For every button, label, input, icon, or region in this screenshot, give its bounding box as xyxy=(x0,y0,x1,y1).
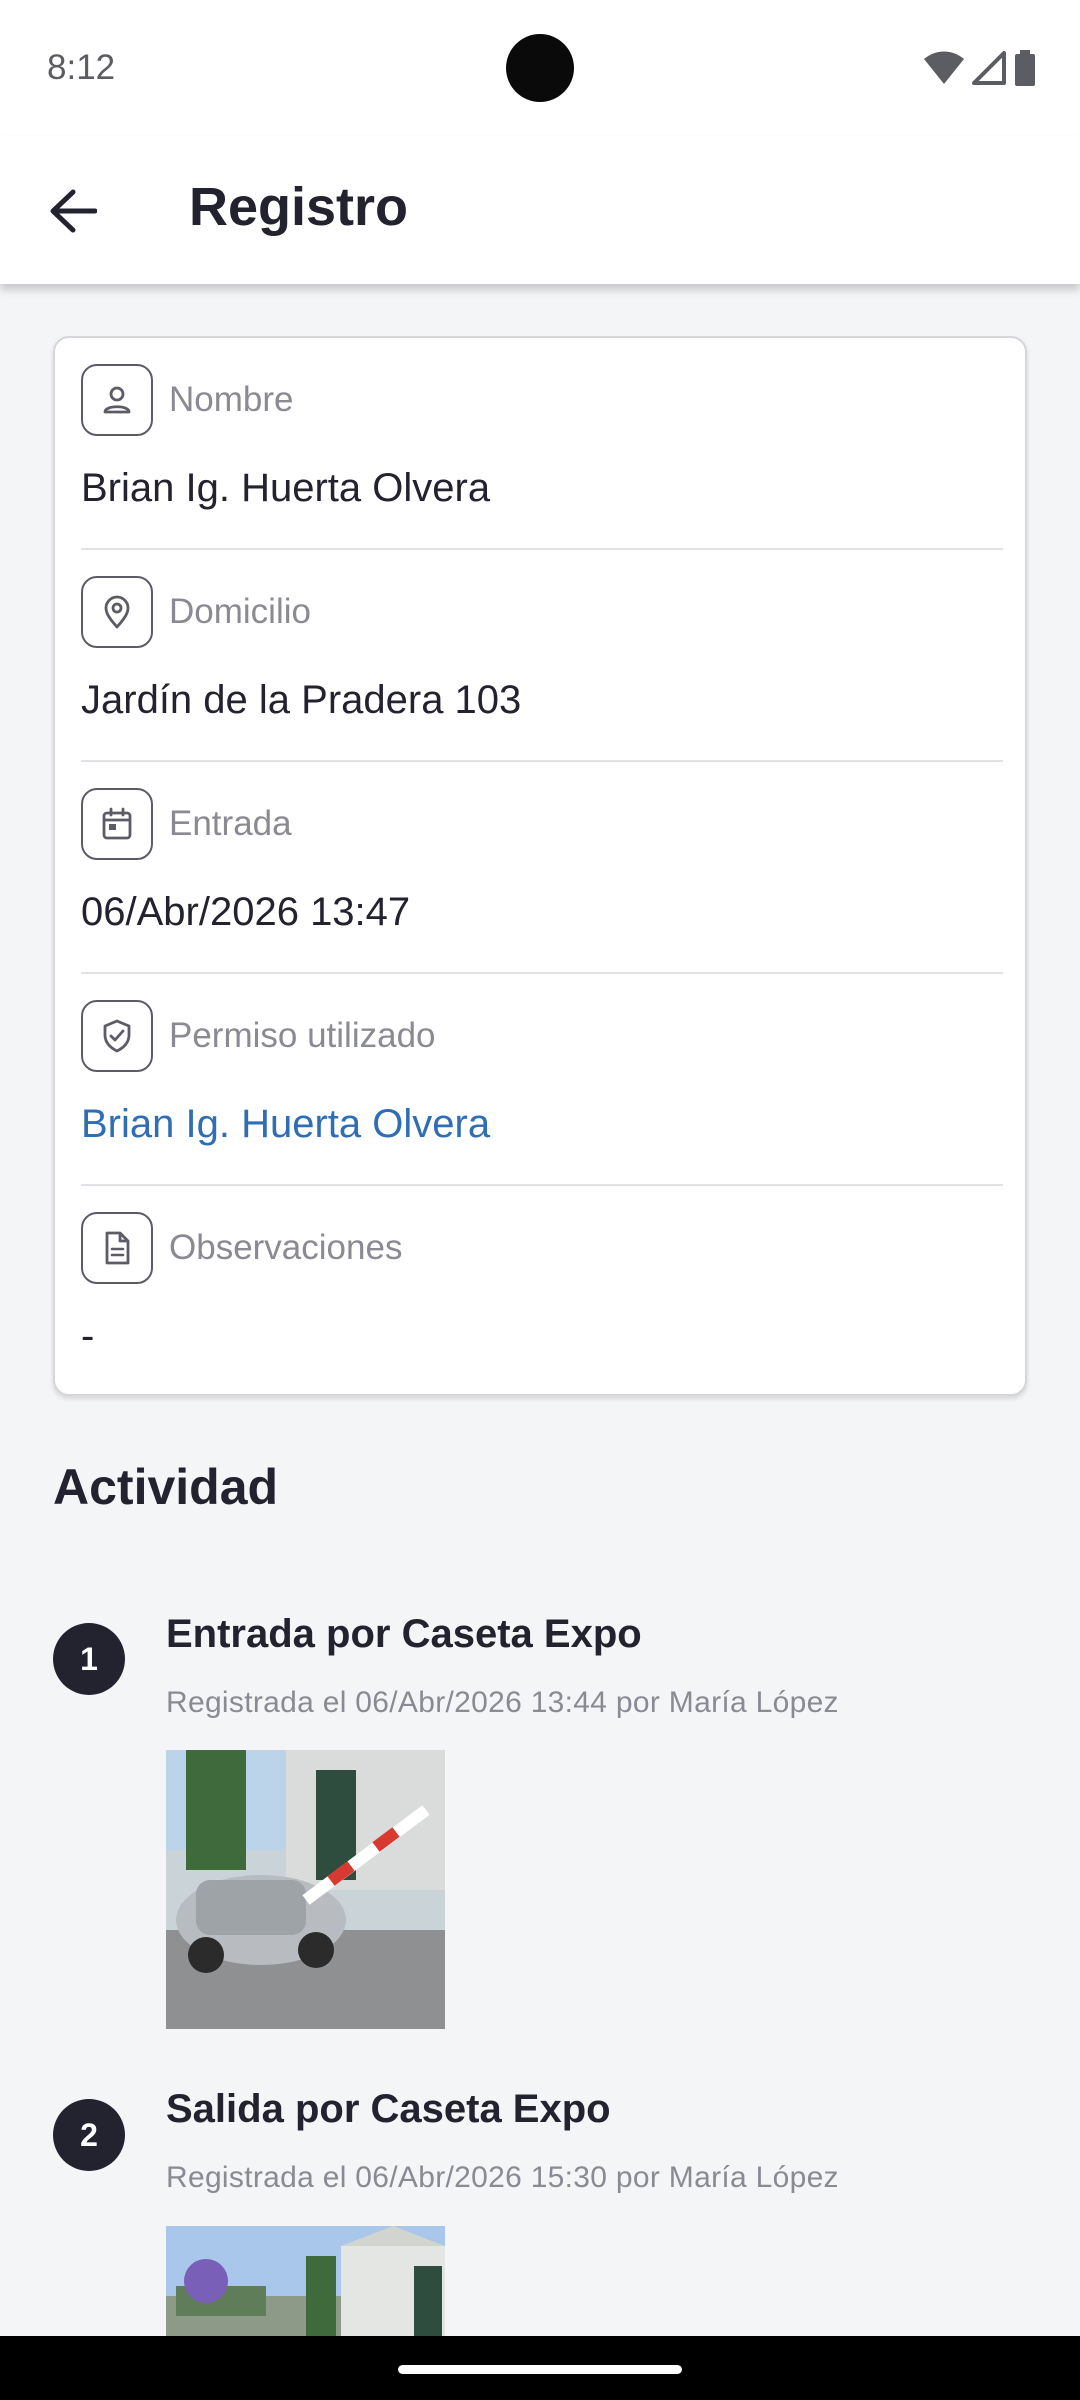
activity-item-title: Salida por Caseta Expo xyxy=(166,2087,611,2131)
field-value: - xyxy=(81,1314,95,1358)
shield-check-icon xyxy=(81,1000,153,1072)
document-icon xyxy=(81,1212,153,1284)
field-label: Entrada xyxy=(169,804,292,843)
step-badge: 1 xyxy=(53,1623,125,1695)
page-title: Registro xyxy=(189,177,409,237)
record-details-card: Nombre Brian Ig. Huerta Olvera Domicilio… xyxy=(53,336,1027,1396)
field-label: Domicilio xyxy=(169,592,311,631)
field-domicilio: Domicilio Jardín de la Pradera 103 xyxy=(81,550,1003,762)
wifi-icon xyxy=(924,51,964,84)
field-value: Jardín de la Pradera 103 xyxy=(81,678,522,722)
field-nombre: Nombre Brian Ig. Huerta Olvera xyxy=(81,338,1003,550)
field-observaciones: Observaciones - xyxy=(81,1186,1003,1398)
activity-title: Actividad xyxy=(53,1459,279,1515)
app-bar: Registro xyxy=(0,136,1080,284)
status-icons xyxy=(924,50,1036,86)
permit-link[interactable]: Brian Ig. Huerta Olvera xyxy=(81,1102,490,1147)
field-label: Nombre xyxy=(169,380,294,419)
activity-item-title: Entrada por Caseta Expo xyxy=(166,1612,642,1656)
back-button[interactable] xyxy=(34,172,112,250)
field-entrada: Entrada 06/Abr/2026 13:47 xyxy=(81,762,1003,974)
home-gesture-handle[interactable] xyxy=(398,2365,682,2374)
entry-photo[interactable] xyxy=(166,1750,445,2029)
calendar-icon xyxy=(81,788,153,860)
field-value: 06/Abr/2026 13:47 xyxy=(81,890,411,934)
activity-item-subtitle: Registrada el 06/Abr/2026 15:30 por Marí… xyxy=(166,2161,839,2194)
exit-photo[interactable] xyxy=(166,2226,445,2336)
front-camera xyxy=(506,34,574,102)
location-pin-icon xyxy=(81,576,153,648)
activity-item-subtitle: Registrada el 06/Abr/2026 13:44 por Marí… xyxy=(166,1686,839,1719)
step-badge: 2 xyxy=(53,2099,125,2171)
status-time: 8:12 xyxy=(47,48,116,87)
field-permiso: Permiso utilizado Brian Ig. Huerta Olver… xyxy=(81,974,1003,1186)
arrow-left-icon xyxy=(50,189,97,233)
cellular-signal-icon xyxy=(972,51,1006,85)
field-label: Observaciones xyxy=(169,1228,403,1267)
field-value: Brian Ig. Huerta Olvera xyxy=(81,466,491,510)
battery-icon xyxy=(1015,50,1035,86)
person-icon xyxy=(81,364,153,436)
status-bar: 8:12 xyxy=(0,0,1080,136)
field-label: Permiso utilizado xyxy=(169,1016,436,1055)
